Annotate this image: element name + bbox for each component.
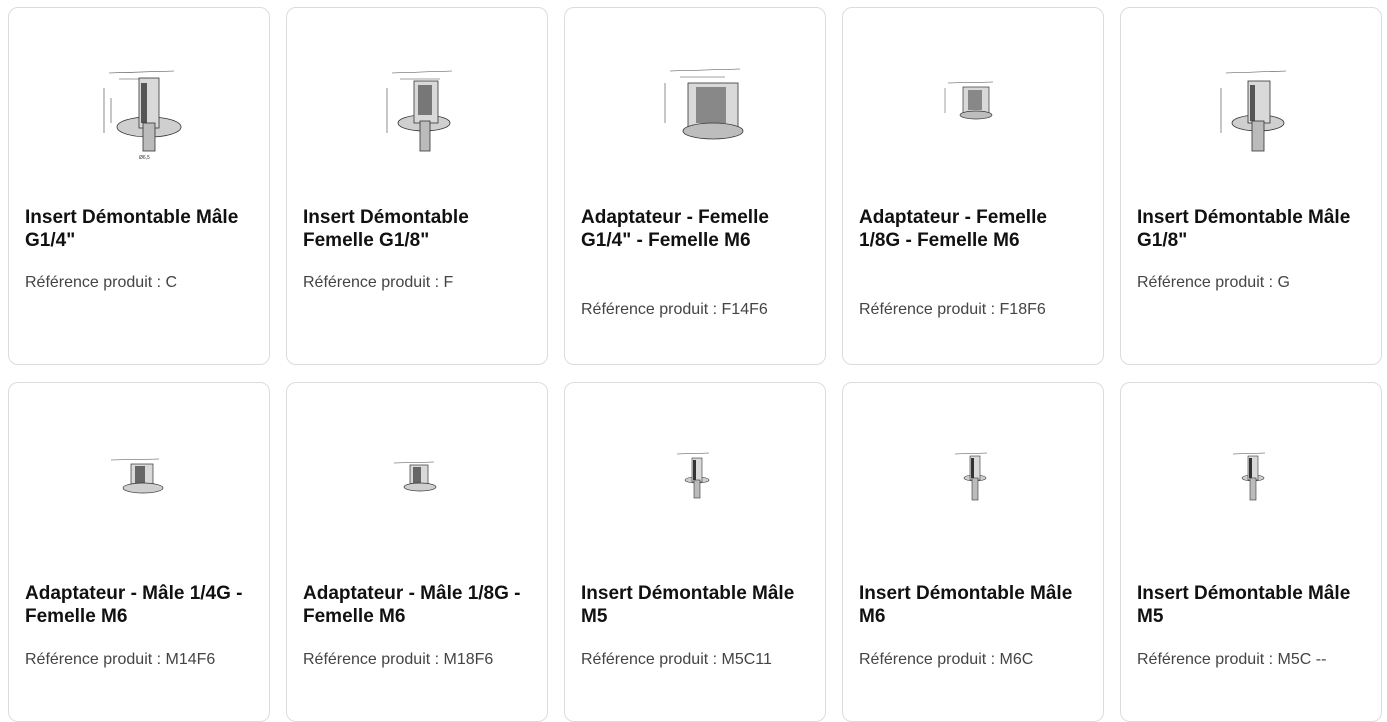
product-reference: Référence produit : M5C -- <box>1137 651 1327 668</box>
product-card[interactable]: Ø6,5 Insert Démontable Mâle G1/4" Référe… <box>8 7 270 365</box>
product-title: Insert Démontable Femelle G1/8" <box>303 207 469 251</box>
product-reference: Référence produit : C <box>25 274 178 291</box>
product-card[interactable]: Insert Démontable Mâle M5 Référence prod… <box>1120 382 1382 722</box>
product-title: Insert Démontable Mâle M5 <box>1137 583 1351 627</box>
male-insert-drawing-icon <box>565 383 825 573</box>
product-reference: Référence produit : F <box>303 274 454 291</box>
product-title: Insert Démontable Mâle G1/8" <box>1137 207 1351 251</box>
svg-text:Ø6,5: Ø6,5 <box>139 155 150 161</box>
product-reference: Référence produit : G <box>1137 274 1290 291</box>
male-insert-drawing-icon: Ø6,5 <box>9 8 269 198</box>
product-reference: Référence produit : M14F6 <box>25 651 216 668</box>
product-title: Insert Démontable Mâle M6 <box>859 583 1073 627</box>
product-card[interactable]: Adaptateur - Mâle 1/4G - Femelle M6 Réfé… <box>8 382 270 722</box>
male-insert-drawing-icon <box>1121 383 1381 573</box>
product-title: Adaptateur - Mâle 1/4G - Femelle M6 <box>25 583 243 627</box>
adapter-drawing-icon <box>843 8 1103 198</box>
product-title: Adaptateur - Femelle 1/8G - Femelle M6 <box>859 207 1047 251</box>
product-title: Insert Démontable Mâle G1/4" <box>25 207 239 251</box>
product-card[interactable]: Insert Démontable Femelle G1/8" Référenc… <box>286 7 548 365</box>
male-insert-drawing-icon <box>1121 8 1381 198</box>
product-title: Insert Démontable Mâle M5 <box>581 583 795 627</box>
product-card[interactable]: Adaptateur - Mâle 1/8G - Femelle M6 Réfé… <box>286 382 548 722</box>
product-reference: Référence produit : F18F6 <box>859 301 1046 318</box>
male-insert-drawing-icon <box>843 383 1103 573</box>
product-reference: Référence produit : M6C <box>859 651 1034 668</box>
adapter-drawing-icon <box>565 8 825 198</box>
female-insert-drawing-icon <box>287 8 547 198</box>
product-card[interactable]: Adaptateur - Femelle G1/4" - Femelle M6 … <box>564 7 826 365</box>
adapter-drawing-icon <box>9 383 269 573</box>
product-reference: Référence produit : M18F6 <box>303 651 494 668</box>
product-card[interactable]: Insert Démontable Mâle G1/8" Référence p… <box>1120 7 1382 365</box>
adapter-drawing-icon <box>287 383 547 573</box>
product-title: Adaptateur - Femelle G1/4" - Femelle M6 <box>581 207 769 251</box>
product-card[interactable]: Insert Démontable Mâle M6 Référence prod… <box>842 382 1104 722</box>
product-title: Adaptateur - Mâle 1/8G - Femelle M6 <box>303 583 521 627</box>
product-reference: Référence produit : M5C11 <box>581 651 772 668</box>
product-card[interactable]: Insert Démontable Mâle M5 Référence prod… <box>564 382 826 722</box>
product-grid: Ø6,5 Insert Démontable Mâle G1/4" Référe… <box>0 0 1387 722</box>
product-reference: Référence produit : F14F6 <box>581 301 768 318</box>
product-card[interactable]: Adaptateur - Femelle 1/8G - Femelle M6 R… <box>842 7 1104 365</box>
